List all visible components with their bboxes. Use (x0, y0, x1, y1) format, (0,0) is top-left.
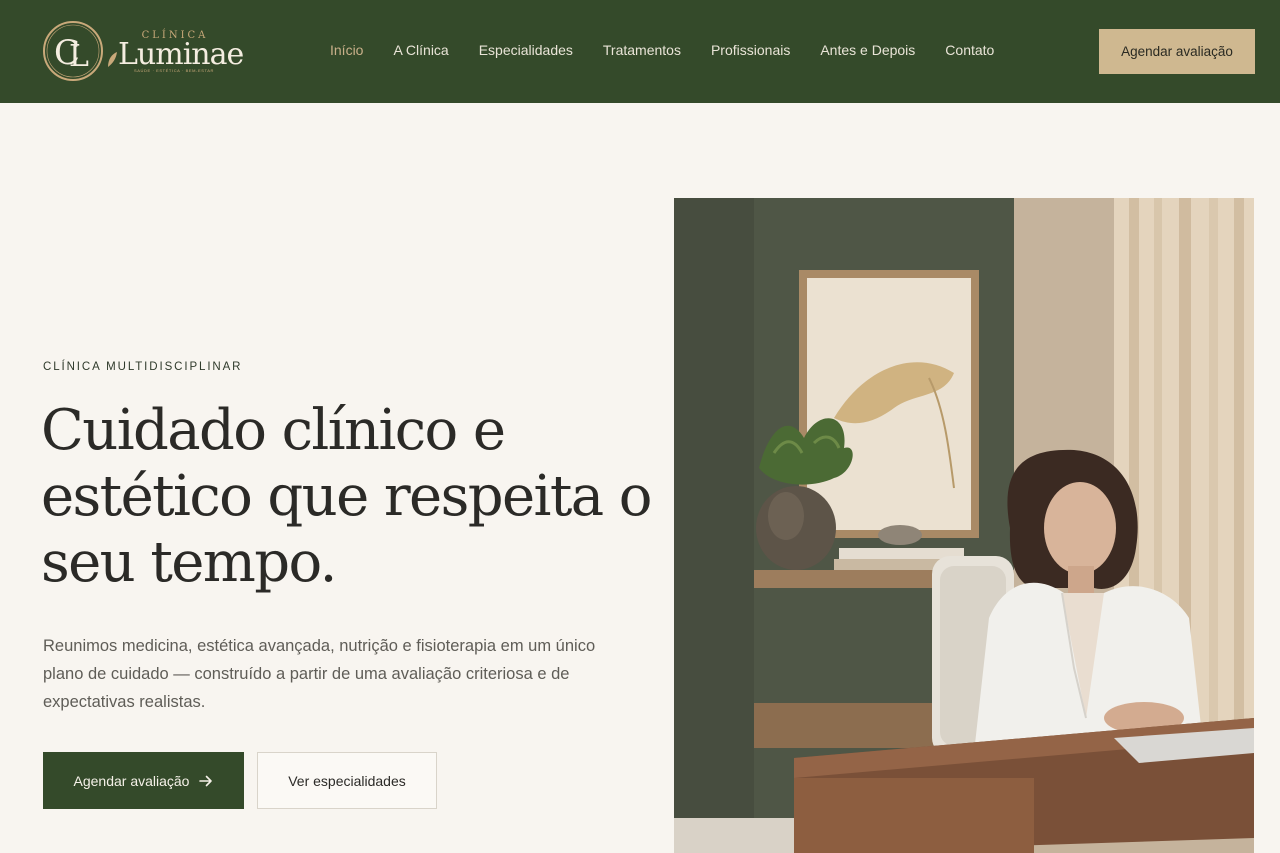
nav-item-inicio[interactable]: Início (330, 42, 363, 58)
leaf-icon (108, 52, 117, 67)
brand-logo[interactable]: C L CLÍNICA Luminae SAÚDE · ESTÉTICA · B… (42, 20, 244, 82)
nav-item-a-clinica[interactable]: A Clínica (393, 42, 448, 58)
svg-text:L: L (69, 39, 89, 74)
hero-eyebrow: CLÍNICA MULTIDISCIPLINAR (43, 361, 243, 373)
hero-schedule-button[interactable]: Agendar avaliação (43, 752, 244, 809)
nav-item-especialidades[interactable]: Especialidades (479, 42, 573, 58)
brand-name: Luminae (118, 37, 244, 72)
hero-headline-line-3: seu tempo. (41, 530, 337, 595)
hero-lead: Reunimos medicina, estética avançada, nu… (43, 637, 596, 711)
brand-tagline: SAÚDE · ESTÉTICA · BEM-ESTAR (133, 68, 215, 73)
nav-item-profissionais[interactable]: Profissionais (711, 42, 790, 58)
hero-headline-line-1: Cuidado clínico e (41, 398, 506, 463)
arrow-right-icon (199, 775, 213, 786)
main-nav: Início A Clínica Especialidades Tratamen… (330, 42, 1024, 58)
consultation-photo (674, 198, 1254, 853)
hero-headline-line-2: estético que respeita o (41, 464, 652, 529)
hero-photo (674, 198, 1254, 853)
hero-headline: Cuidado clínico e estético que respeita … (41, 398, 652, 596)
nav-item-antes-e-depois[interactable]: Antes e Depois (820, 42, 915, 58)
nav-item-contato[interactable]: Contato (945, 42, 994, 58)
nav-item-tratamentos[interactable]: Tratamentos (603, 42, 681, 58)
header-schedule-button[interactable]: Agendar avaliação (1099, 29, 1255, 74)
site-header: C L CLÍNICA Luminae SAÚDE · ESTÉTICA · B… (0, 0, 1280, 103)
see-specialties-button[interactable]: Ver especialidades (257, 752, 437, 809)
hero-schedule-label: Agendar avaliação (73, 772, 190, 789)
monogram-icon: C L (43, 21, 103, 81)
